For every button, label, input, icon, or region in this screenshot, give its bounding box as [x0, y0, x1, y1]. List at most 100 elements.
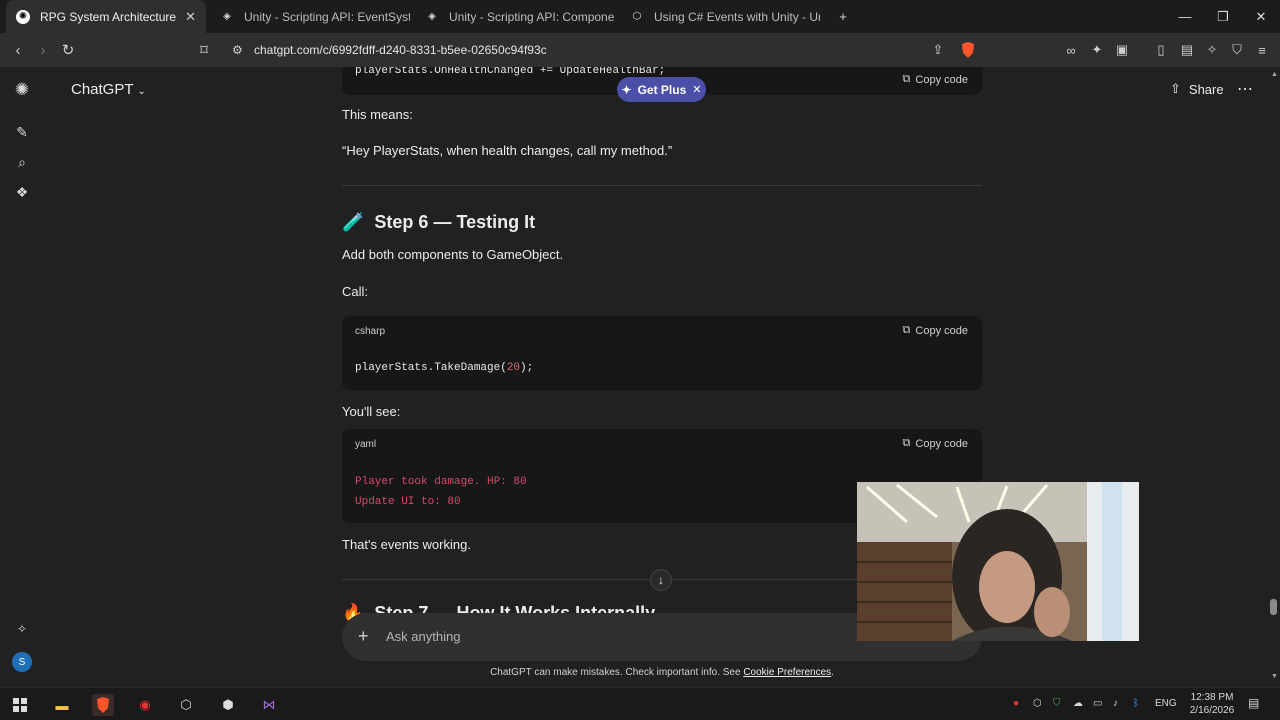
scroll-down-icon[interactable]: ▼: [1271, 673, 1278, 680]
tab-unity-component[interactable]: ◈ Unity - Scripting API: Component.Bro: [415, 0, 615, 33]
copy-code-button[interactable]: ⧉ Copy code: [903, 73, 968, 86]
page-scrollbar[interactable]: ▲ ▼: [1268, 67, 1280, 687]
close-window-icon[interactable]: ✕: [1242, 0, 1280, 33]
scroll-to-bottom-button[interactable]: ↓: [650, 569, 672, 591]
reload-icon[interactable]: ↻: [58, 40, 78, 60]
tray-app-icon[interactable]: ●: [1013, 698, 1019, 709]
code-line: Update UI to: 80: [355, 496, 461, 508]
library-icon[interactable]: ❖: [12, 182, 32, 202]
os-taskbar: ▬ ◉ ⬡ ⬢ ⋈ ● ⬡ ⛉ ☁ ▭ ♪ ᛒ ENG 12:38 PM 2/1…: [0, 687, 1280, 720]
bookmark-icon[interactable]: ⌑: [194, 40, 214, 60]
tab-unity-events[interactable]: ⬡ Using C# Events with Unity - Unity En: [620, 0, 820, 33]
url-field[interactable]: ⚙ chatgpt.com/c/6992fdff-d240-8331-b5ee-…: [226, 39, 984, 61]
restore-icon[interactable]: ❐: [1204, 0, 1242, 33]
chatgpt-favicon-icon: ✺: [16, 9, 30, 24]
more-options-icon[interactable]: ⋯: [1237, 79, 1253, 99]
model-selector[interactable]: ChatGPT ⌄: [71, 81, 146, 98]
paragraph: You'll see:: [342, 404, 401, 419]
file-explorer-icon[interactable]: ▬: [51, 694, 73, 716]
scrollbar-thumb[interactable]: [1270, 599, 1277, 615]
chevron-down-icon: ⌄: [137, 86, 146, 97]
minimize-icon[interactable]: —: [1166, 0, 1204, 33]
disclaimer: ChatGPT can make mistakes. Check importa…: [0, 667, 1280, 678]
new-tab-button[interactable]: +: [824, 0, 862, 33]
code-text: playerStats.TakeDamage(: [355, 362, 507, 374]
copy-code-button[interactable]: ⧉ Copy code: [903, 324, 968, 337]
webcam-overlay: [857, 482, 1139, 641]
wallet-icon[interactable]: ▤: [1178, 41, 1196, 59]
copy-label: Copy code: [915, 73, 968, 86]
new-chat-icon[interactable]: ✎: [12, 122, 32, 142]
search-icon[interactable]: ⌕: [12, 152, 32, 172]
close-tab-icon[interactable]: ✕: [185, 9, 196, 25]
scroll-up-icon[interactable]: ▲: [1271, 71, 1278, 78]
leo-ai-icon[interactable]: ✧: [1203, 41, 1221, 59]
brave-shield-icon[interactable]: [959, 41, 977, 59]
arrow-down-icon: ↓: [658, 573, 664, 587]
tab-rpg-system-architecture[interactable]: ✺ RPG System Architecture ✕: [6, 0, 206, 33]
disclaimer-text: ChatGPT can make mistakes. Check importa…: [490, 667, 741, 678]
copy-label: Copy code: [915, 437, 968, 450]
code-line: playerStats.OnHealthChanged += UpdateHea…: [355, 67, 666, 77]
extensions-icon[interactable]: ✦: [1088, 41, 1106, 59]
paragraph: Call:: [342, 284, 369, 299]
get-plus-label: Get Plus: [637, 82, 687, 97]
brand-label: ChatGPT: [71, 81, 134, 98]
tab-title: RPG System Architecture: [40, 9, 177, 24]
close-icon[interactable]: ✕: [692, 83, 701, 96]
plus-icon[interactable]: +: [358, 626, 369, 647]
clock[interactable]: 12:38 PM 2/16/2026: [1187, 691, 1237, 717]
sidebar-toggle-icon[interactable]: ▯: [1152, 41, 1170, 59]
translate-icon[interactable]: ▣: [1113, 41, 1131, 59]
unity-hub-icon[interactable]: ⬡: [175, 694, 197, 716]
unity-logo-favicon-icon: ⬡: [632, 11, 642, 22]
code-text: );: [520, 362, 534, 374]
visual-studio-icon[interactable]: ⋈: [258, 694, 280, 716]
input-language[interactable]: ENG: [1155, 698, 1177, 709]
volume-icon[interactable]: ♪: [1113, 698, 1118, 709]
cookie-preferences-link[interactable]: Cookie Preferences: [743, 667, 831, 678]
back-icon[interactable]: ‹: [8, 40, 28, 60]
url-text: chatgpt.com/c/6992fdff-d240-8331-b5ee-02…: [254, 43, 547, 57]
code-language: csharp: [355, 326, 386, 337]
browser-tab-bar: ✺ RPG System Architecture ✕ ◈ Unity - Sc…: [0, 0, 1280, 33]
copy-icon: ⧉: [902, 324, 911, 336]
heading-text: Step 6 — Testing It: [374, 212, 536, 232]
disclaimer-period: .: [831, 667, 834, 678]
bluetooth-icon[interactable]: ᛒ: [1133, 698, 1139, 709]
tray-display-icon[interactable]: ▭: [1093, 698, 1102, 709]
tray-unity-icon[interactable]: ⬡: [1033, 698, 1042, 709]
code-number: 20: [506, 362, 521, 374]
prompt-input[interactable]: Ask anything: [386, 629, 460, 644]
forward-icon[interactable]: ›: [33, 40, 53, 60]
share-icon: ⇧: [1170, 81, 1181, 96]
tray-cloud-icon[interactable]: ☁: [1073, 698, 1083, 709]
unity-favicon-icon: ◈: [428, 11, 436, 22]
code-block: csharp ⧉ Copy code playerStats.TakeDamage…: [342, 316, 982, 390]
site-info-icon[interactable]: ⚙: [232, 43, 243, 57]
glasses-icon[interactable]: ∞: [1062, 41, 1080, 59]
tab-unity-eventsystem[interactable]: ◈ Unity - Scripting API: EventSystem: [210, 0, 410, 33]
code-line: playerStats.TakeDamage(20);: [355, 362, 533, 374]
tray-shield-icon[interactable]: ⛉: [1053, 698, 1061, 709]
copy-code-button[interactable]: ⧉ Copy code: [903, 437, 968, 450]
copy-icon: ⧉: [902, 73, 911, 85]
unity-editor-icon[interactable]: ⬢: [217, 694, 239, 716]
clock-time: 12:38 PM: [1190, 692, 1234, 703]
share-button[interactable]: ⇧ Share: [1170, 81, 1224, 97]
brave-browser-icon[interactable]: [92, 694, 114, 716]
share-page-icon[interactable]: ⇪: [929, 41, 947, 59]
tab-title: Unity - Scripting API: Component.Bro: [449, 9, 615, 24]
menu-icon[interactable]: ≡: [1253, 41, 1271, 59]
openai-logo-icon[interactable]: ✺: [12, 80, 32, 100]
recorder-app-icon[interactable]: ◉: [134, 694, 156, 716]
copy-icon: ⧉: [902, 437, 911, 449]
upgrade-icon[interactable]: ✧: [12, 619, 32, 639]
sparkle-icon: ✦: [621, 82, 632, 97]
address-toolbar: ‹ › ↻ ⌑ ⚙ chatgpt.com/c/6992fdff-d240-83…: [0, 33, 1280, 67]
vpn-icon[interactable]: ⛉: [1228, 41, 1246, 59]
notifications-icon[interactable]: ▤: [1248, 696, 1259, 710]
get-plus-button[interactable]: ✦ Get Plus ✕: [617, 77, 706, 102]
tab-title: Using C# Events with Unity - Unity En: [654, 9, 820, 24]
windows-start-icon[interactable]: [9, 694, 31, 716]
